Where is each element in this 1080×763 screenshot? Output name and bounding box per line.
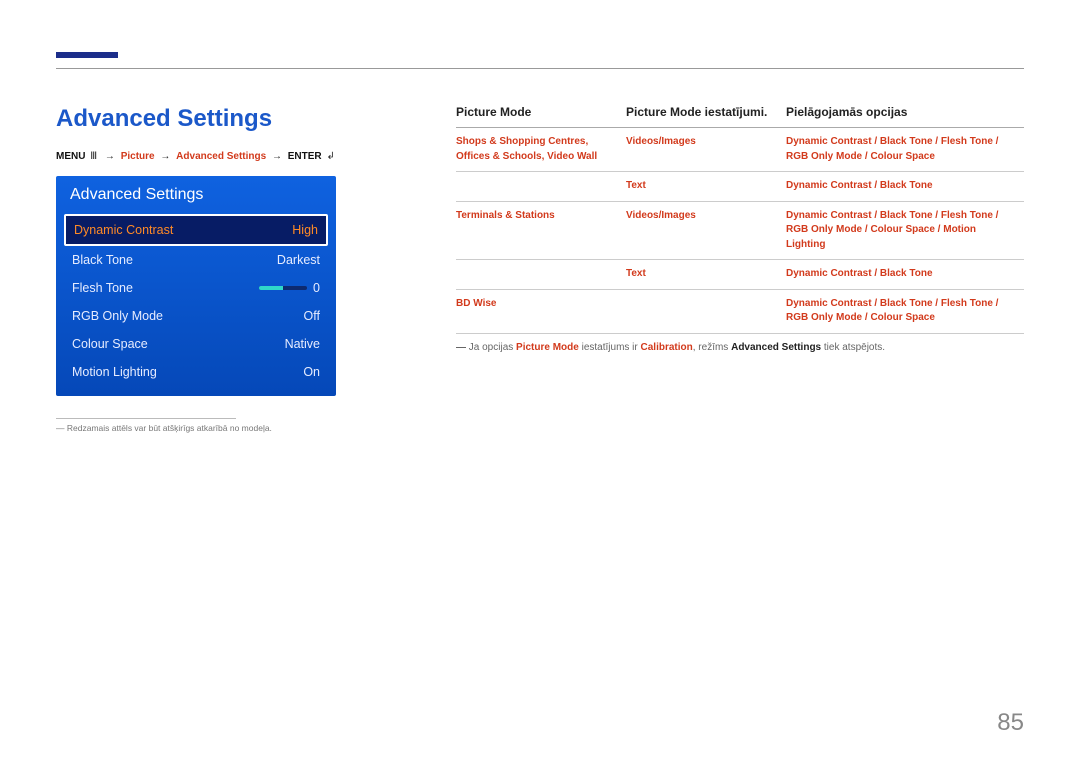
table-cell: Dynamic Contrast / Black Tone / Flesh To… bbox=[786, 297, 1024, 326]
table-row: Terminals & Stations Videos/Images Dynam… bbox=[456, 202, 1024, 261]
footnote-text: Redzamais attēls var būt atšķirīgs atkar… bbox=[56, 423, 364, 433]
arrow-icon: → bbox=[102, 151, 118, 162]
breadcrumb-menu: MENU bbox=[56, 151, 85, 162]
arrow-icon: → bbox=[269, 151, 285, 162]
table-note: ― Ja opcijas Picture Mode iestatījums ir… bbox=[456, 340, 1024, 355]
panel-row-value: Darkest bbox=[277, 253, 320, 267]
page-title: Advanced Settings bbox=[56, 105, 364, 133]
panel-row-label: Dynamic Contrast bbox=[74, 223, 173, 237]
table-row: Text Dynamic Contrast / Black Tone bbox=[456, 260, 1024, 290]
table-cell: Dynamic Contrast / Black Tone / Flesh To… bbox=[786, 135, 1024, 164]
settings-panel: Advanced Settings Dynamic Contrast High … bbox=[56, 176, 336, 396]
panel-row-colour-space[interactable]: Colour Space Native bbox=[56, 330, 336, 358]
panel-row-value: High bbox=[292, 223, 318, 237]
table-row: BD Wise Dynamic Contrast / Black Tone / … bbox=[456, 290, 1024, 334]
panel-row-value: Native bbox=[285, 337, 320, 351]
note-text: iestatījums ir bbox=[579, 342, 641, 353]
footnote-divider bbox=[56, 418, 236, 419]
panel-row-label: RGB Only Mode bbox=[72, 309, 163, 323]
table-header: Picture Mode Picture Mode iestatījumi. P… bbox=[456, 105, 1024, 128]
breadcrumb: MENU Ⅲ → Picture → Advanced Settings → E… bbox=[56, 151, 364, 162]
note-bold: Advanced Settings bbox=[731, 342, 821, 353]
breadcrumb-picture: Picture bbox=[121, 151, 155, 162]
note-text: , režīms bbox=[693, 342, 731, 353]
table-header-cell: Pielāgojamās opcijas bbox=[786, 105, 1024, 119]
table-cell bbox=[456, 267, 626, 282]
table-cell bbox=[626, 297, 786, 326]
note-text: Ja opcijas bbox=[469, 342, 516, 353]
table-header-cell: Picture Mode bbox=[456, 105, 626, 119]
panel-row-motion-lighting[interactable]: Motion Lighting On bbox=[56, 358, 336, 386]
table-cell: BD Wise bbox=[456, 297, 626, 326]
enter-icon: ↲ bbox=[324, 151, 336, 162]
page-content: Advanced Settings MENU Ⅲ → Picture → Adv… bbox=[56, 62, 1024, 433]
panel-title: Advanced Settings bbox=[56, 176, 336, 214]
panel-row-value: On bbox=[303, 365, 320, 379]
panel-row-label: Motion Lighting bbox=[72, 365, 157, 379]
table-row: Text Dynamic Contrast / Black Tone bbox=[456, 172, 1024, 202]
left-column: Advanced Settings MENU Ⅲ → Picture → Adv… bbox=[56, 105, 364, 433]
table-row: Shops & Shopping Centres, Offices & Scho… bbox=[456, 128, 1024, 172]
panel-row-label: Colour Space bbox=[72, 337, 148, 351]
table-cell: Videos/Images bbox=[626, 209, 786, 253]
table-cell: Dynamic Contrast / Black Tone bbox=[786, 267, 1024, 282]
panel-row-flesh-tone[interactable]: Flesh Tone 0 bbox=[56, 274, 336, 302]
breadcrumb-advanced: Advanced Settings bbox=[176, 151, 266, 162]
panel-row-value: Off bbox=[304, 309, 320, 323]
panel-row-dynamic-contrast[interactable]: Dynamic Contrast High bbox=[64, 214, 328, 246]
table-cell: Dynamic Contrast / Black Tone bbox=[786, 179, 1024, 194]
right-column: Picture Mode Picture Mode iestatījumi. P… bbox=[456, 105, 1024, 433]
table-cell: Terminals & Stations bbox=[456, 209, 626, 253]
breadcrumb-enter: ENTER bbox=[288, 151, 322, 162]
panel-row-value: 0 bbox=[313, 281, 320, 295]
note-text: tiek atspējots. bbox=[821, 342, 885, 353]
panel-row-rgb-only-mode[interactable]: RGB Only Mode Off bbox=[56, 302, 336, 330]
note-emphasis: Calibration bbox=[641, 342, 693, 353]
note-emphasis: Picture Mode bbox=[516, 342, 579, 353]
panel-row-black-tone[interactable]: Black Tone Darkest bbox=[56, 246, 336, 274]
accent-bar bbox=[56, 52, 118, 58]
table-cell: Videos/Images bbox=[626, 135, 786, 164]
table-header-cell: Picture Mode iestatījumi. bbox=[626, 105, 786, 119]
table-cell: Text bbox=[626, 179, 786, 194]
panel-row-label: Black Tone bbox=[72, 253, 133, 267]
menu-icon: Ⅲ bbox=[88, 151, 99, 162]
table-cell bbox=[456, 179, 626, 194]
table-cell: Text bbox=[626, 267, 786, 282]
slider-bar[interactable] bbox=[259, 286, 307, 290]
panel-row-label: Flesh Tone bbox=[72, 281, 133, 295]
table-cell: Dynamic Contrast / Black Tone / Flesh To… bbox=[786, 209, 1024, 253]
note-dash: ― bbox=[456, 342, 466, 353]
top-divider bbox=[56, 68, 1024, 69]
page-number: 85 bbox=[997, 709, 1024, 737]
table-cell: Shops & Shopping Centres, Offices & Scho… bbox=[456, 135, 626, 164]
arrow-icon: → bbox=[157, 151, 173, 162]
